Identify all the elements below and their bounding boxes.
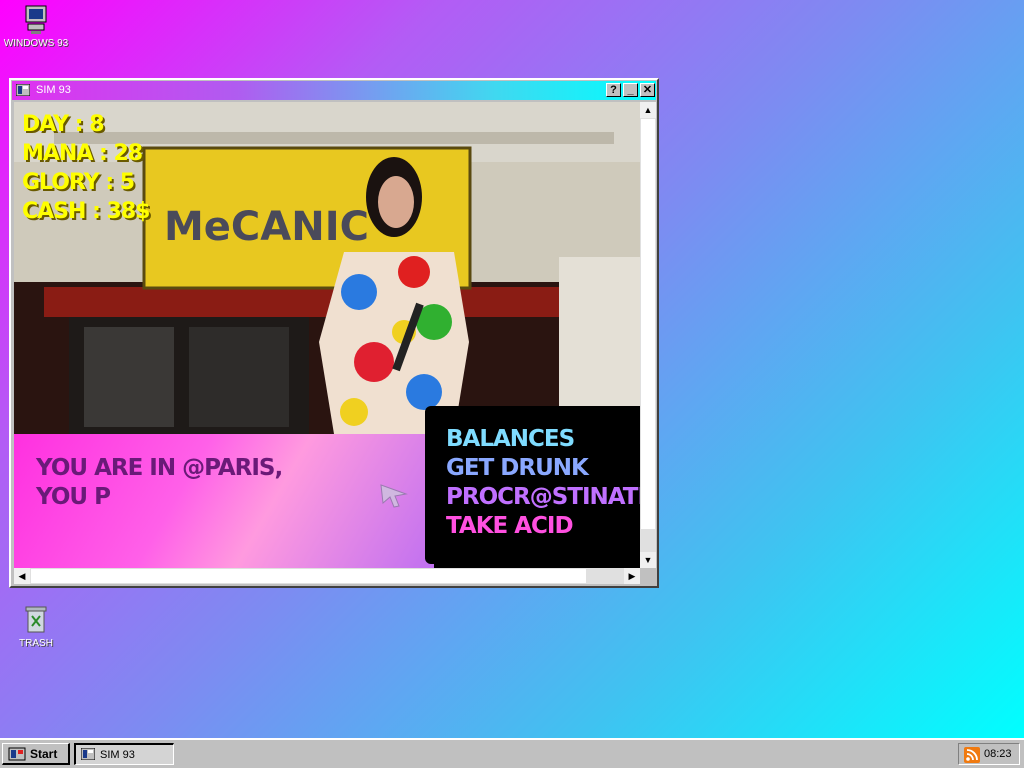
dialog-box: YOU ARE IN @PARIS, YOU P xyxy=(14,434,434,568)
window-title: SIM 93 xyxy=(36,84,71,96)
stat-cash: CASH : 38$ xyxy=(22,199,150,224)
desktop-icon-label: TRASH xyxy=(19,638,53,649)
stat-day: DAY : 8 xyxy=(22,112,105,137)
stat-glory: GLORY : 5 xyxy=(22,170,135,195)
scroll-right-icon[interactable]: ▶ xyxy=(624,568,640,584)
desktop: WINDOWS 93 TRASH SIM 93 ? _ ✕ MeCANIC DA… xyxy=(0,0,1024,738)
desktop-icon-windows93[interactable]: WINDOWS 93 xyxy=(0,4,72,49)
dialog-text: YOU ARE IN @PARIS, YOU P xyxy=(36,455,283,510)
menu-item-balances[interactable]: BALANCES xyxy=(446,426,575,452)
desktop-icon-trash[interactable]: TRASH xyxy=(0,604,72,649)
help-button[interactable]: ? xyxy=(606,83,621,97)
stats-panel: DAY : 8 MANA : 28 GLORY : 5 CASH : 38$ xyxy=(22,110,150,226)
clock: 08:23 xyxy=(984,748,1012,760)
vertical-scroll-thumb[interactable] xyxy=(641,119,655,529)
start-button[interactable]: Start xyxy=(2,743,70,765)
taskbar-item-sim93[interactable]: SIM 93 xyxy=(74,743,174,765)
menu-item-get-drunk[interactable]: GET DRUNK xyxy=(446,455,589,481)
horizontal-scrollbar[interactable]: ◀ ▶ xyxy=(14,568,640,584)
scroll-up-icon[interactable]: ▲ xyxy=(640,102,656,118)
menu-item-procrastination[interactable]: PROCR@STINATION xyxy=(446,484,640,510)
storefront-sign-text: MeCANIC xyxy=(164,204,369,250)
app-icon xyxy=(81,748,95,760)
start-label: Start xyxy=(30,747,58,761)
menu-item-take-acid[interactable]: TAKE ACID xyxy=(446,513,574,539)
app-icon xyxy=(16,84,30,96)
stat-mana: MANA : 28 xyxy=(22,141,143,166)
close-button[interactable]: ✕ xyxy=(640,83,655,97)
taskbar: Start SIM 93 08:23 xyxy=(0,738,1024,768)
taskbar-item-label: SIM 93 xyxy=(100,749,135,761)
trash-icon xyxy=(25,606,47,633)
horizontal-scroll-thumb[interactable] xyxy=(31,569,586,583)
pointer-cursor-icon xyxy=(380,484,408,508)
minimize-button[interactable]: _ xyxy=(623,83,638,97)
action-menu: BALANCES GET DRUNK PROCR@STINATION TAKE … xyxy=(425,406,640,564)
start-icon xyxy=(8,747,26,761)
vertical-scrollbar[interactable]: ▲ ▼ xyxy=(640,102,656,568)
window-titlebar[interactable]: SIM 93 ? _ ✕ xyxy=(12,81,656,100)
scroll-left-icon[interactable]: ◀ xyxy=(14,568,30,584)
desktop-icon-label: WINDOWS 93 xyxy=(3,38,69,49)
sim93-window: SIM 93 ? _ ✕ MeCANIC DAY: 8 MANA: 28 G… xyxy=(9,78,659,588)
system-tray: 08:23 xyxy=(958,743,1020,765)
rss-icon[interactable] xyxy=(964,747,980,763)
computer-icon xyxy=(25,5,47,34)
scroll-down-icon[interactable]: ▼ xyxy=(640,552,656,568)
game-viewport: MeCANIC DAY : 8 MANA : 28 GLORY : 5 CASH… xyxy=(14,102,640,568)
